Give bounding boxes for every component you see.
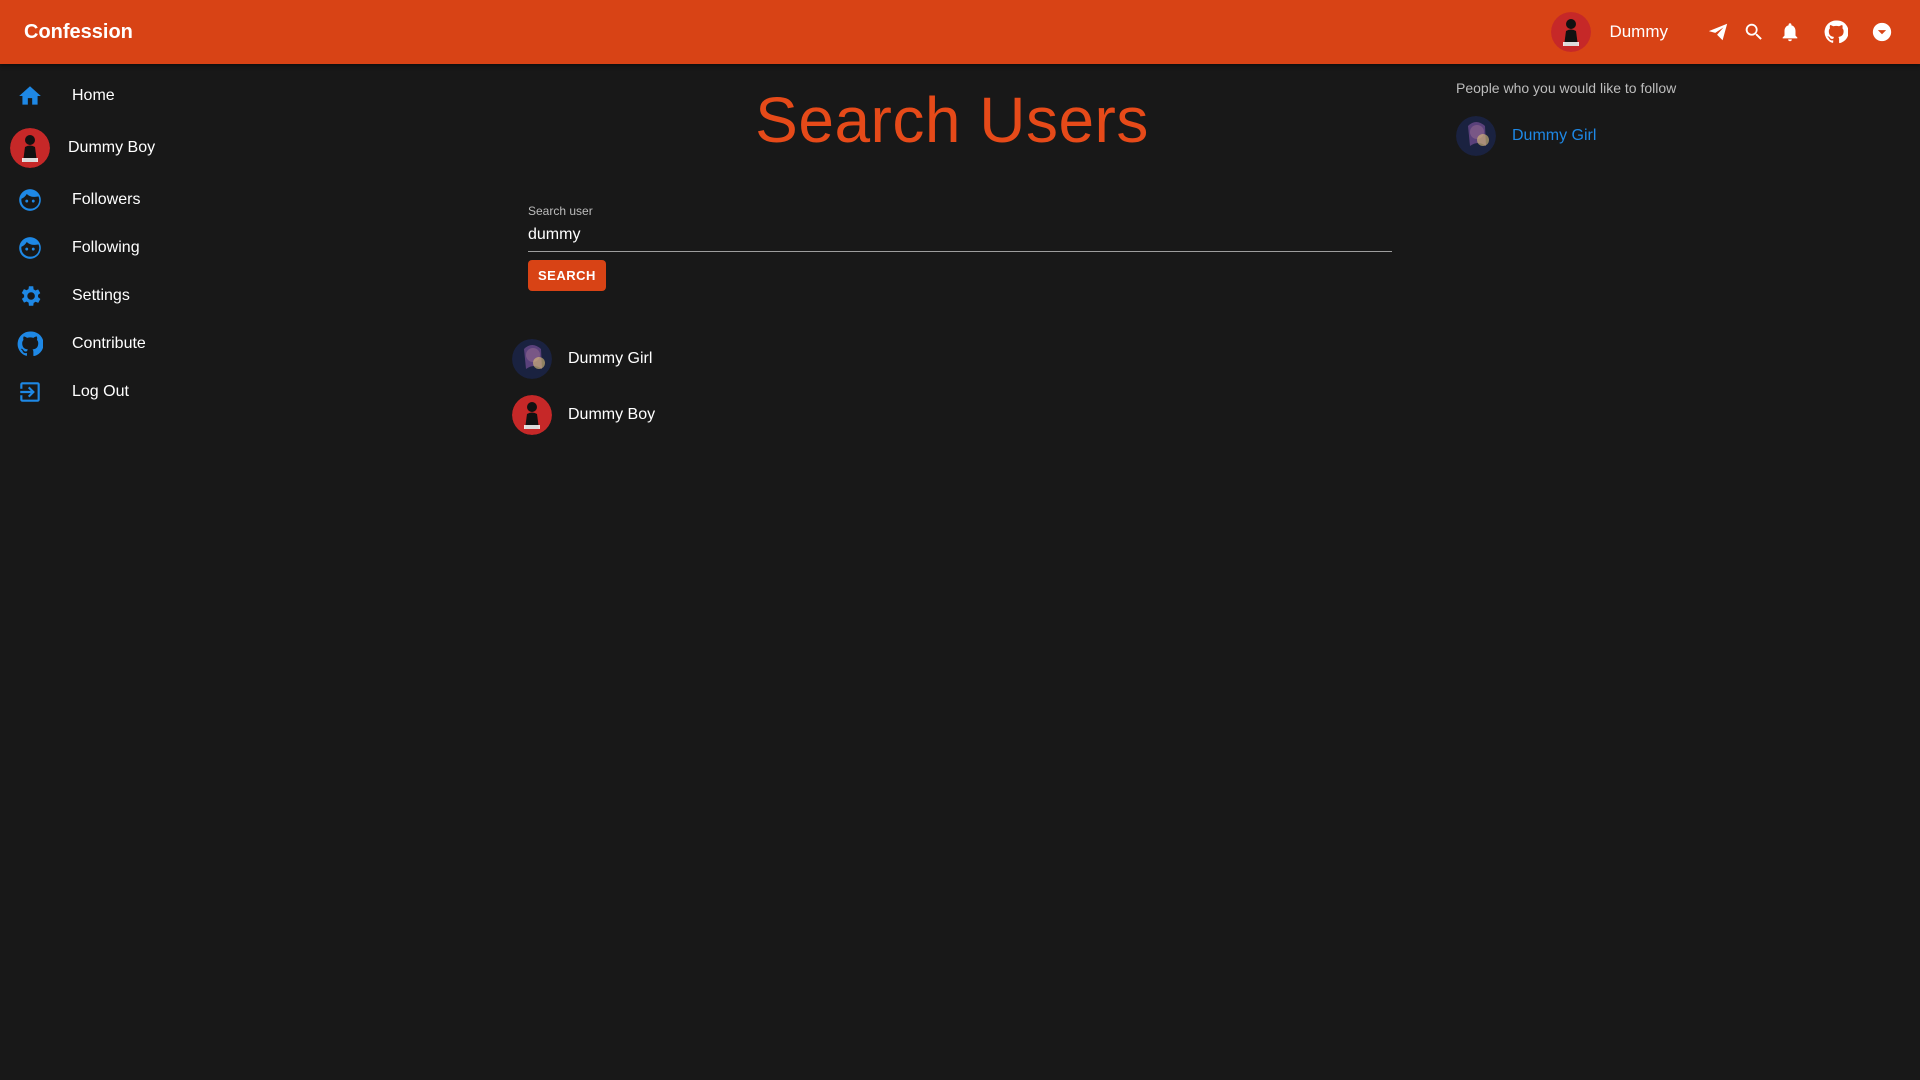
- suggestions-title: People who you would like to follow: [1456, 80, 1677, 96]
- search-label: Search user: [528, 204, 593, 218]
- sidebar-item-label: Following: [72, 239, 140, 256]
- user-avatar[interactable]: [1551, 12, 1592, 52]
- sidebar-item-profile[interactable]: Dummy Boy: [0, 120, 300, 176]
- avatar: [10, 128, 50, 168]
- github-icon: [16, 330, 44, 358]
- search-results: Dummy Girl Dummy Boy: [512, 331, 1392, 443]
- home-icon: [16, 82, 44, 110]
- page-title: Search Users: [755, 84, 1149, 156]
- face-icon: [16, 186, 44, 214]
- sidebar-item-label: Log Out: [72, 383, 129, 400]
- notifications-icon[interactable]: [1778, 20, 1802, 44]
- avatar: [512, 395, 552, 435]
- sidebar-item-logout[interactable]: Log Out: [0, 368, 300, 416]
- main-content: Search Users Search user SEARCH Dummy Gi…: [512, 64, 1392, 443]
- sidebar: Home Dummy Boy Followers Following Setti…: [0, 64, 300, 416]
- sidebar-item-label: Contribute: [72, 335, 146, 352]
- app-bar: Confession Dummy: [0, 0, 1920, 64]
- suggestion-item[interactable]: Dummy Girl: [1456, 116, 1896, 156]
- sidebar-item-following[interactable]: Following: [0, 224, 300, 272]
- face-icon: [16, 234, 44, 262]
- search-form: Search user SEARCH: [528, 204, 1392, 291]
- sidebar-item-followers[interactable]: Followers: [0, 176, 300, 224]
- suggestions-panel: People who you would like to follow Dumm…: [1456, 64, 1896, 156]
- sidebar-item-label: Dummy Boy: [68, 139, 156, 156]
- github-icon[interactable]: [1824, 20, 1848, 44]
- sidebar-item-label: Settings: [72, 287, 130, 304]
- search-input[interactable]: [528, 222, 1392, 252]
- list-item[interactable]: Dummy Girl: [512, 331, 1392, 387]
- sidebar-item-settings[interactable]: Settings: [0, 272, 300, 320]
- sidebar-item-home[interactable]: Home: [0, 72, 300, 120]
- send-icon[interactable]: [1706, 20, 1730, 44]
- result-name: Dummy Girl: [568, 350, 653, 367]
- chevron-down-icon[interactable]: [1870, 20, 1894, 44]
- sidebar-item-label: Followers: [72, 191, 141, 208]
- result-name: Dummy Boy: [568, 406, 656, 423]
- appbar-user-name[interactable]: Dummy: [1609, 22, 1668, 42]
- sidebar-item-label: Home: [72, 87, 115, 104]
- avatar: [1456, 116, 1496, 156]
- avatar: [512, 339, 552, 379]
- gear-icon: [16, 282, 44, 310]
- sidebar-item-contribute[interactable]: Contribute: [0, 320, 300, 368]
- logout-icon: [16, 378, 44, 406]
- list-item[interactable]: Dummy Boy: [512, 387, 1392, 443]
- suggestion-name-link[interactable]: Dummy Girl: [1512, 127, 1596, 145]
- search-icon[interactable]: [1742, 20, 1766, 44]
- search-button[interactable]: SEARCH: [528, 260, 606, 291]
- app-title[interactable]: Confession: [24, 0, 133, 64]
- appbar-actions: Dummy: [1551, 0, 1894, 64]
